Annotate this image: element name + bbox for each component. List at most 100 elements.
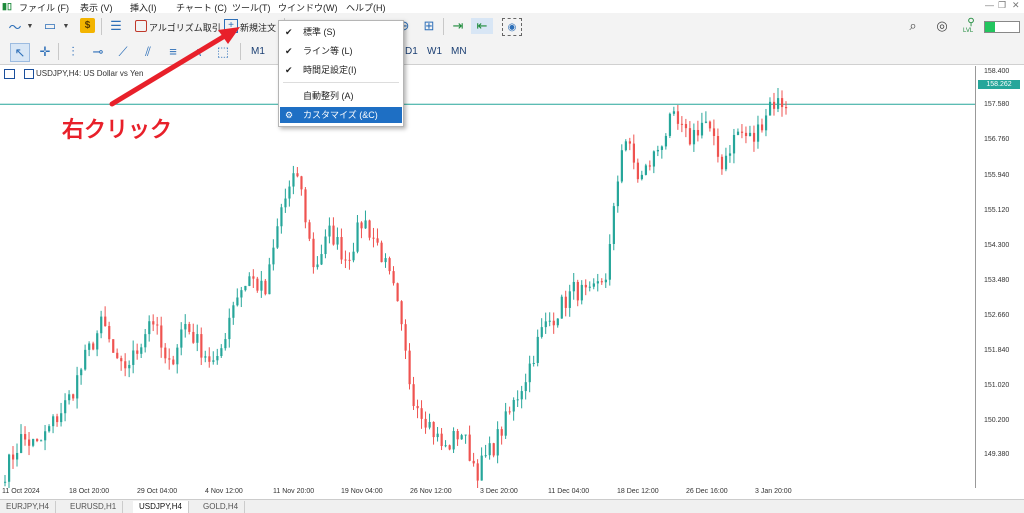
candle-body: [620, 150, 623, 182]
screenshot-icon[interactable]: ◉: [502, 18, 522, 36]
candle-body: [216, 356, 219, 361]
chart-shift-icon[interactable]: ⇤: [471, 18, 493, 34]
autoscroll-icon[interactable]: ⇥: [448, 18, 468, 34]
candle-body: [384, 258, 387, 263]
candle-body: [784, 107, 788, 109]
x-axis-label: 4 Nov 12:00: [205, 488, 243, 495]
candle-body: [280, 207, 283, 227]
candle-body: [600, 281, 603, 283]
tab-eurjpy[interactable]: EURJPY,H4: [0, 501, 56, 513]
candle-body: [772, 101, 776, 109]
x-axis-label: 11 Nov 20:00: [273, 488, 315, 495]
tab-eurusd[interactable]: EURUSD,H1: [64, 501, 124, 513]
candle-body: [476, 463, 479, 481]
candle-body: [680, 123, 684, 125]
candle-body: [732, 134, 736, 154]
candle-body: [260, 280, 263, 291]
candle-body: [628, 141, 631, 144]
candle-body: [452, 431, 455, 450]
candle-body: [108, 326, 111, 340]
candle-body: [24, 434, 27, 440]
candle-body: [780, 98, 784, 108]
candle-body: [288, 186, 291, 199]
y-axis-label: 155.940: [984, 172, 1010, 179]
candle-body: [264, 280, 267, 295]
timeframe-w1[interactable]: W1: [427, 46, 442, 57]
y-axis-label: 156.760: [984, 136, 1010, 143]
candle-body: [572, 281, 575, 292]
y-axis-label: 157.580: [984, 101, 1010, 108]
candle-body: [292, 173, 295, 187]
candle-body: [180, 329, 183, 348]
candle-body: [244, 285, 247, 291]
candle-body: [268, 264, 271, 295]
close-icon[interactable]: ✕: [1012, 0, 1020, 11]
candle-body: [88, 343, 91, 350]
candle-body: [416, 405, 419, 409]
candle-body: [320, 254, 323, 265]
timeframe-mn[interactable]: MN: [451, 46, 467, 57]
candle-body: [120, 358, 123, 362]
candle-body: [4, 481, 7, 483]
candle-body: [80, 369, 83, 376]
search-icon[interactable]: ⌕: [904, 18, 922, 34]
candle-body: [468, 434, 471, 461]
y-axis-label: 151.020: [984, 382, 1010, 389]
candle-body: [460, 435, 463, 440]
account-icon[interactable]: ◎: [933, 18, 951, 34]
candle-body: [64, 400, 67, 414]
candle-body: [504, 411, 507, 436]
tab-gold[interactable]: GOLD,H4: [197, 501, 246, 513]
candle-body: [708, 121, 712, 129]
candle-body: [776, 98, 780, 109]
candle-body: [172, 359, 175, 365]
minimize-icon[interactable]: —: [985, 0, 994, 10]
candle-body: [664, 135, 668, 147]
candle-body: [68, 394, 71, 401]
candle-body: [564, 296, 567, 308]
candle-body: [140, 347, 143, 354]
candle-body: [556, 318, 559, 326]
candle-body: [168, 358, 171, 360]
candle-body: [436, 433, 439, 438]
candle-body: [500, 429, 503, 436]
candle-body: [480, 455, 483, 481]
candle-body: [112, 339, 115, 353]
tab-usdjpy[interactable]: USDJPY,H4: [133, 501, 189, 513]
candle-body: [56, 416, 59, 423]
candle-body: [336, 237, 339, 245]
candle-body: [448, 445, 451, 450]
candle-body: [236, 297, 239, 306]
candle-body: [640, 174, 644, 180]
candle-body: [8, 454, 11, 482]
candle-body: [304, 189, 307, 223]
candle-body: [152, 321, 155, 325]
candle-body: [16, 452, 19, 460]
candle-body: [692, 129, 696, 145]
timeframe-d1[interactable]: D1: [405, 46, 418, 57]
price-axis: 158.400 158.262 157.580 156.760 155.940 …: [975, 66, 1024, 488]
candle-body: [724, 155, 728, 170]
candle-body: [224, 339, 227, 349]
x-axis-label: 18 Oct 20:00: [69, 488, 110, 495]
candle-body: [364, 220, 367, 229]
candle-body: [532, 362, 535, 364]
restore-icon[interactable]: ❐: [998, 0, 1006, 11]
candle-body: [212, 360, 215, 362]
candle-body: [256, 278, 259, 291]
candle-body: [376, 238, 379, 243]
candle-body: [456, 431, 459, 440]
candle-body: [164, 347, 167, 359]
x-axis-label: 26 Nov 12:00: [410, 488, 452, 495]
signal-icon: ⚲: [967, 16, 975, 28]
candle-body: [544, 321, 547, 328]
time-axis: 11 Oct 2024 18 Oct 20:00 29 Oct 04:00 4 …: [0, 488, 975, 498]
y-axis-label: 154.300: [984, 242, 1010, 249]
tile-windows-icon[interactable]: ⊞: [420, 18, 438, 34]
candle-body: [700, 122, 704, 136]
candle-body: [516, 399, 519, 401]
candle-body: [128, 364, 131, 369]
candle-body: [300, 176, 303, 190]
candle-body: [740, 131, 744, 133]
candle-body: [472, 460, 475, 464]
